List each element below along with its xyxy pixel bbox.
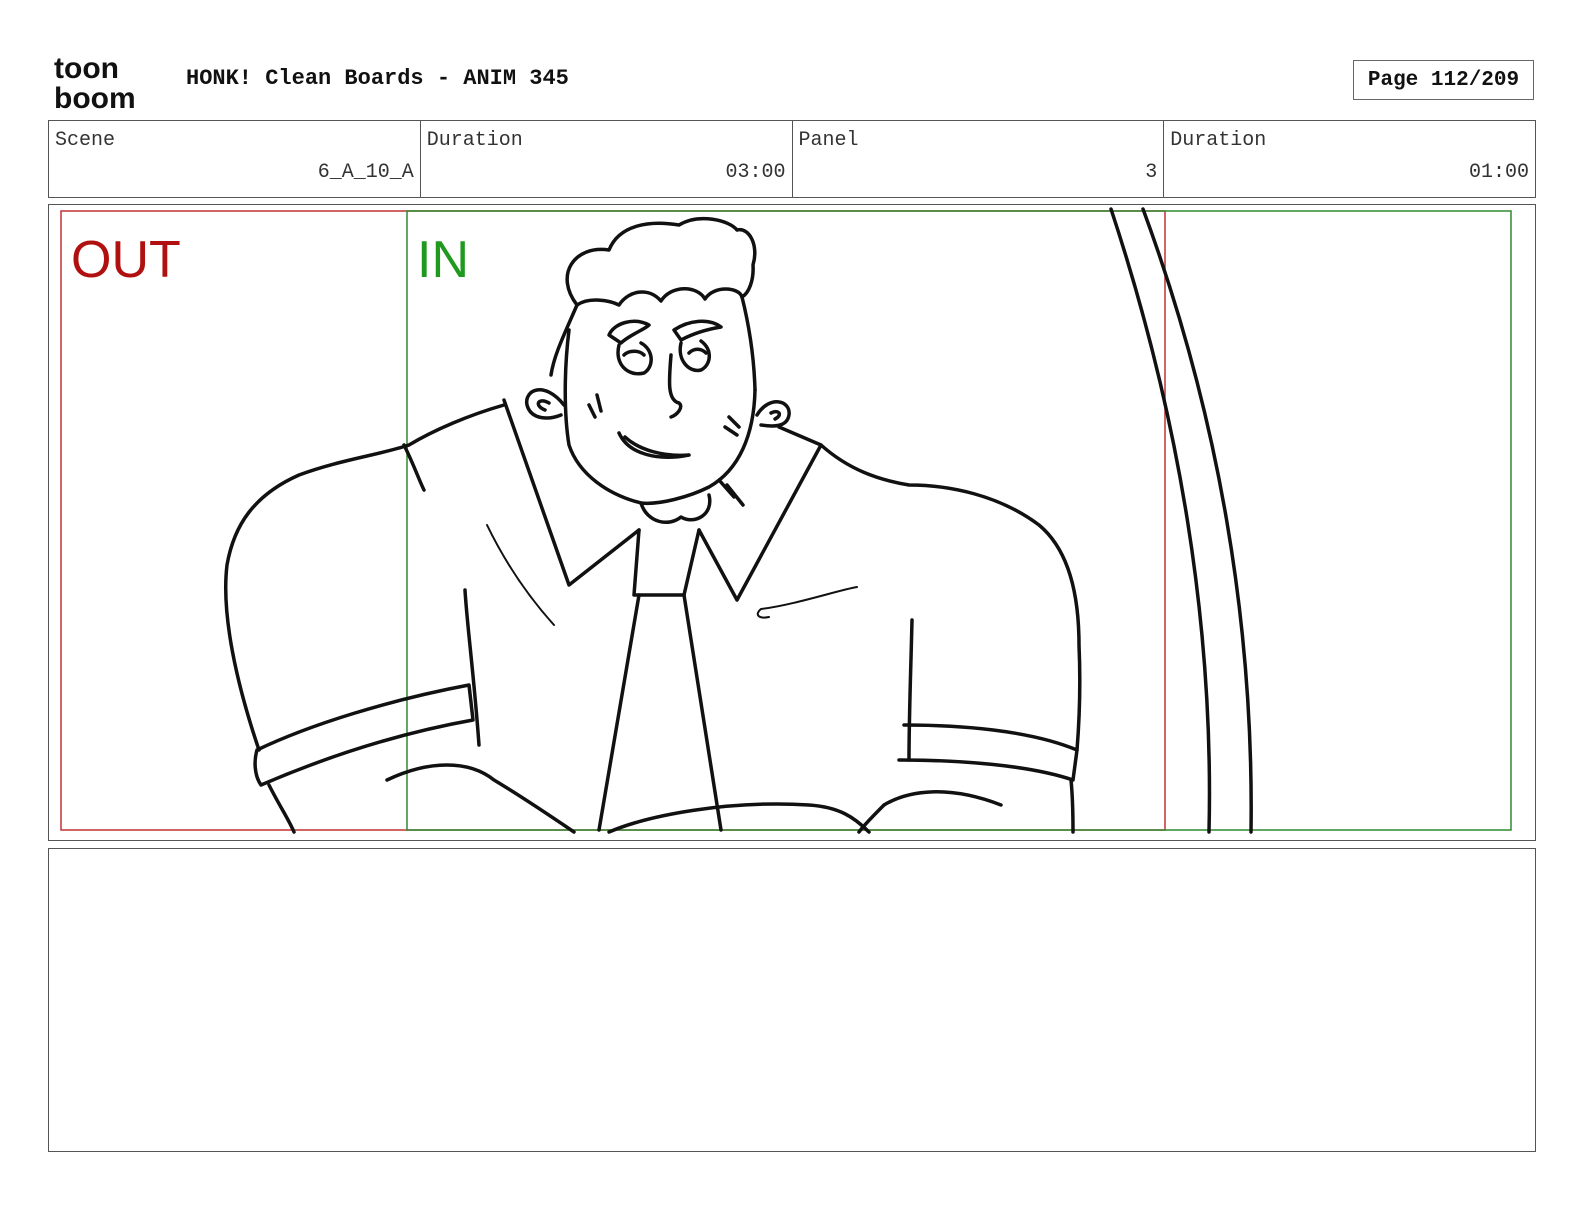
toonboom-logo-icon: toon boom	[54, 52, 136, 112]
document-title: HONK! Clean Boards - ANIM 345	[186, 66, 569, 91]
in-label: IN	[417, 231, 469, 289]
panel-notes-text	[49, 849, 1535, 865]
storyboard-panel: OUT IN	[48, 204, 1536, 841]
toonboom-logo: toon boom	[52, 52, 164, 112]
scene-cell: Scene 6_A_10_A	[49, 121, 421, 197]
scene-label: Scene	[55, 129, 116, 152]
panel-duration-label: Duration	[1170, 129, 1267, 152]
page-number: Page 112/209	[1353, 60, 1534, 100]
in-frame	[406, 210, 1512, 831]
out-label: OUT	[71, 231, 181, 289]
scene-duration-cell: Duration 03:00	[421, 121, 793, 197]
logo-text-bottom: boom	[54, 82, 136, 112]
scene-value: 6_A_10_A	[317, 161, 414, 184]
panel-value: 3	[1145, 161, 1158, 184]
panel-label: Panel	[798, 129, 859, 152]
scene-duration-value: 03:00	[725, 161, 786, 184]
panel-duration-cell: Duration 01:00	[1164, 121, 1535, 197]
character-drawing	[223, 207, 1253, 834]
scene-info-table: Scene 6_A_10_A Duration 03:00 Panel 3 Du…	[48, 120, 1536, 198]
scene-duration-label: Duration	[426, 129, 523, 152]
logo-text-top: toon	[54, 52, 119, 85]
panel-notes-box	[48, 848, 1536, 1152]
panel-drawing: OUT IN	[60, 207, 1512, 834]
panel-duration-value: 01:00	[1468, 161, 1529, 184]
panel-cell: Panel 3	[793, 121, 1165, 197]
